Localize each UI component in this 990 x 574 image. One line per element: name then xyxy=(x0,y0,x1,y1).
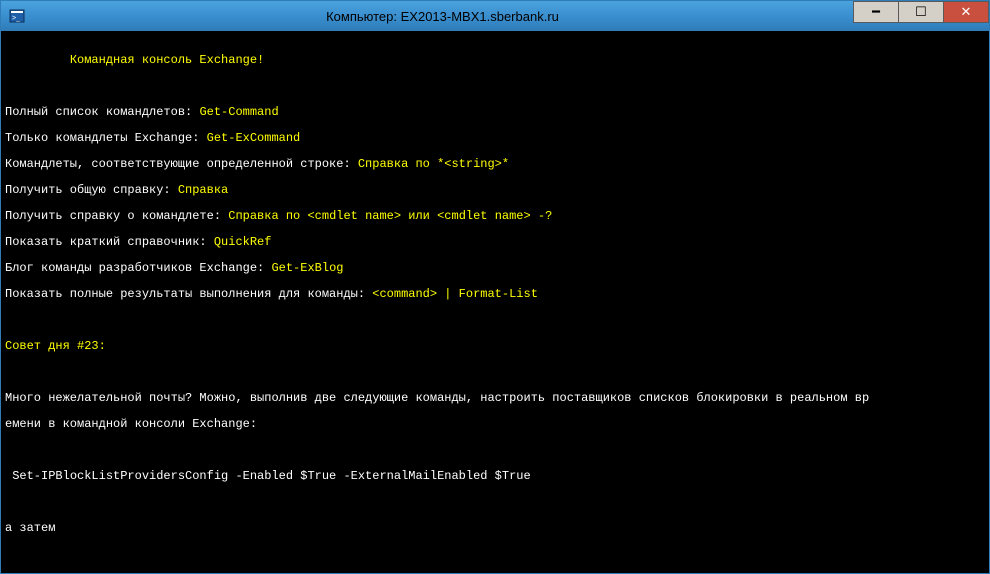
console-output[interactable]: Командная консоль Exchange! Полный списо… xyxy=(1,31,989,573)
tip-body: Много нежелательной почты? Можно, выполн… xyxy=(5,392,985,405)
console-window: >_ Компьютер: EX2013-MBX1.sberbank.ru ━ … xyxy=(0,0,990,574)
maximize-button[interactable]: ☐ xyxy=(898,1,944,23)
help-line: Получить общую справку: Справка xyxy=(5,184,985,197)
tip-command: Set-IPBlockListProvidersConfig -Enabled … xyxy=(5,470,985,483)
help-line: Получить справку о командлете: Справка п… xyxy=(5,210,985,223)
svg-text:>_: >_ xyxy=(12,15,20,22)
tip-then: а затем xyxy=(5,522,985,535)
tip-body: емени в командной консоли Exchange: xyxy=(5,418,985,431)
console-header: Командная консоль Exchange! xyxy=(5,54,985,67)
help-line: Показать полные результаты выполнения дл… xyxy=(5,288,985,301)
window-controls: ━ ☐ ✕ xyxy=(854,1,989,23)
tip-header: Совет дня #23: xyxy=(5,340,985,353)
window-title: Компьютер: EX2013-MBX1.sberbank.ru xyxy=(31,9,854,24)
help-line: Показать краткий справочник: QuickRef xyxy=(5,236,985,249)
help-line: Только командлеты Exchange: Get-ExComman… xyxy=(5,132,985,145)
help-line: Командлеты, соответствующие определенной… xyxy=(5,158,985,171)
help-line: Блог команды разработчиков Exchange: Get… xyxy=(5,262,985,275)
minimize-button[interactable]: ━ xyxy=(853,1,899,23)
titlebar[interactable]: >_ Компьютер: EX2013-MBX1.sberbank.ru ━ … xyxy=(1,1,989,31)
help-line: Полный список командлетов: Get-Command xyxy=(5,106,985,119)
app-icon: >_ xyxy=(9,8,25,24)
close-button[interactable]: ✕ xyxy=(943,1,989,23)
